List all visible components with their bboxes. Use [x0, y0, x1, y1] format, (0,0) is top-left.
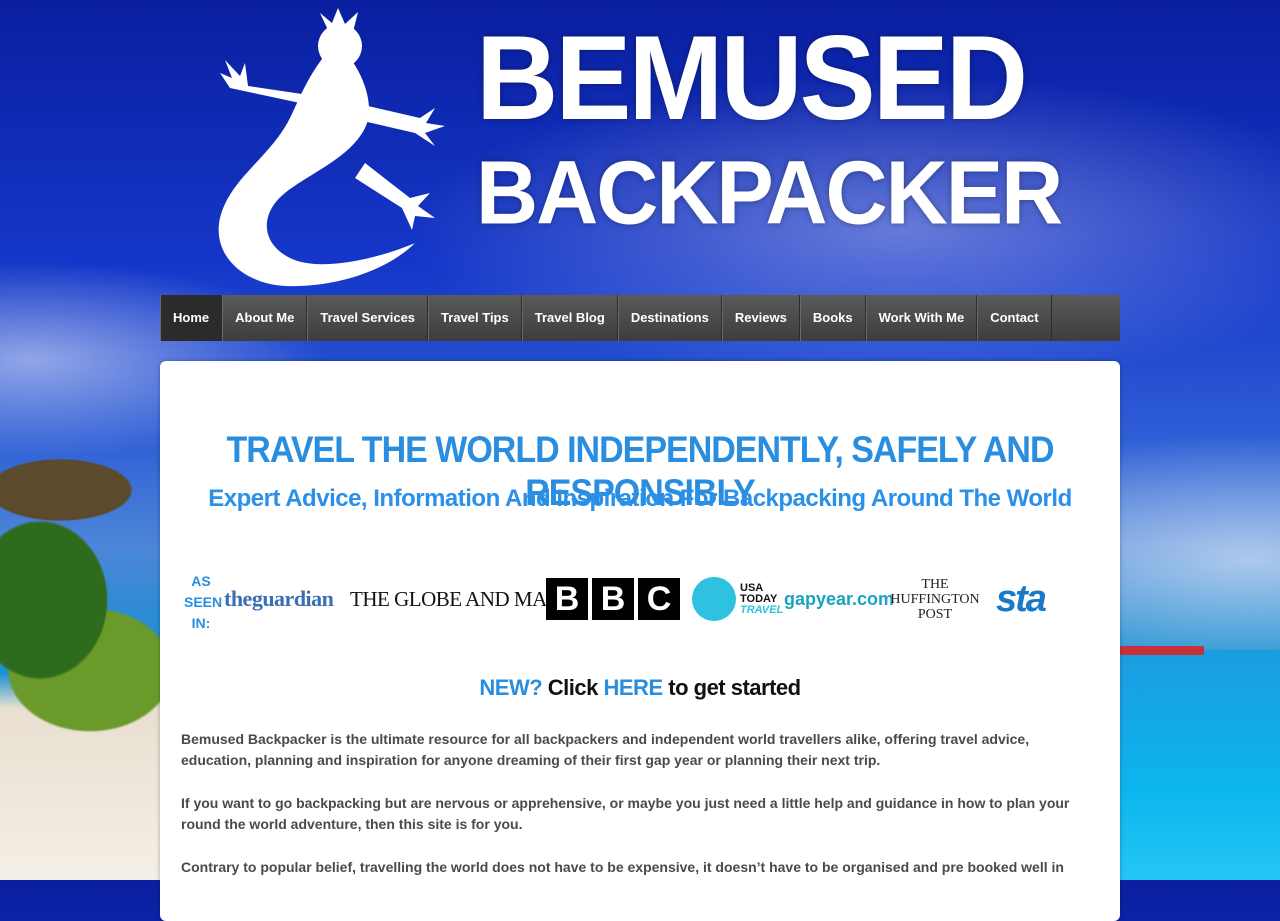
intro-paragraph-1: Bemused Backpacker is the ultimate resou… — [181, 731, 1030, 768]
main-nav: Home About Me Travel Services Travel Tip… — [160, 295, 1120, 341]
usa-today-travel-logo: USA TODAY TRAVEL — [692, 569, 783, 629]
ship-silhouette — [1120, 646, 1204, 655]
site-title-line2: BACKPACKER — [476, 142, 1063, 244]
as-seen-line: AS — [191, 573, 211, 589]
as-seen-in-label: AS SEEN IN: — [184, 571, 223, 634]
nav-item-travel-blog[interactable]: Travel Blog — [521, 295, 618, 341]
main-content: TRAVEL THE WORLD INDEPENDENTLY, SAFELY A… — [160, 361, 1120, 921]
cta-here-link[interactable]: HERE — [604, 675, 664, 700]
nav-item-travel-services[interactable]: Travel Services — [307, 295, 429, 341]
bbc-letter: B — [592, 578, 634, 620]
usa-today-line: TODAY — [740, 592, 778, 605]
intro-paragraph-3: Contrary to popular belief, travelling t… — [181, 859, 1064, 875]
site-header: BEMUSED BACKPACKER — [160, 0, 1120, 295]
huffington-line: POST — [917, 606, 953, 622]
as-seen-line: SEEN — [184, 594, 223, 610]
nav-item-contact[interactable]: Contact — [977, 295, 1052, 341]
nav-item-reviews[interactable]: Reviews — [721, 295, 800, 341]
usa-today-line: USA — [740, 581, 764, 594]
nav-item-home[interactable]: Home — [160, 295, 223, 341]
nav-item-books[interactable]: Books — [799, 295, 866, 341]
bbc-logo: B B C — [546, 569, 680, 629]
guardian-logo: theguardian — [224, 586, 334, 611]
intro-paragraph-2: If you want to go backpacking but are ne… — [181, 795, 1070, 832]
huffington-line: HUFFINGTON — [890, 591, 980, 607]
beach-scenery — [0, 450, 160, 880]
site-title[interactable]: BEMUSED BACKPACKER — [476, 11, 1096, 244]
nav-item-travel-tips[interactable]: Travel Tips — [428, 295, 522, 341]
usa-today-circle-icon — [692, 577, 736, 621]
bbc-letter: B — [546, 578, 588, 620]
usa-today-text: USA TODAY TRAVEL — [740, 581, 784, 616]
cta-click-text: Click — [547, 675, 599, 700]
huffington-line: THE — [921, 576, 949, 592]
gecko-icon[interactable] — [190, 8, 450, 288]
site-title-line1: BEMUSED — [476, 11, 1028, 146]
bbc-letter: C — [638, 578, 680, 620]
sea-background — [1100, 650, 1280, 880]
huffington-post-logo: THE HUFFINGTON POST — [890, 569, 980, 629]
usa-today-line: TRAVEL — [740, 603, 784, 616]
nav-item-work-with-me[interactable]: Work With Me — [865, 295, 978, 341]
gapyear-logo: gapyear.com — [784, 588, 895, 609]
nav-item-destinations[interactable]: Destinations — [617, 295, 722, 341]
sta-travel-logo: sta — [996, 577, 1047, 620]
globe-and-mail-logo: THE GLOBE AND MAIL — [350, 586, 566, 611]
intro-text: Bemused Backpacker is the ultimate resou… — [181, 729, 1081, 900]
as-seen-line: IN: — [191, 615, 211, 631]
cta-rest-text: to get started — [668, 675, 801, 700]
press-logos: AS SEEN IN: theguardian THE GLOBE AND MA… — [184, 569, 1098, 631]
cta-new-text: NEW? — [479, 675, 543, 700]
nav-item-about-me[interactable]: About Me — [222, 295, 308, 341]
hero-subheadline: Expert Advice, Information And Inspirati… — [208, 485, 1072, 512]
get-started-link[interactable]: NEW? Click HERE to get started — [160, 675, 1120, 701]
